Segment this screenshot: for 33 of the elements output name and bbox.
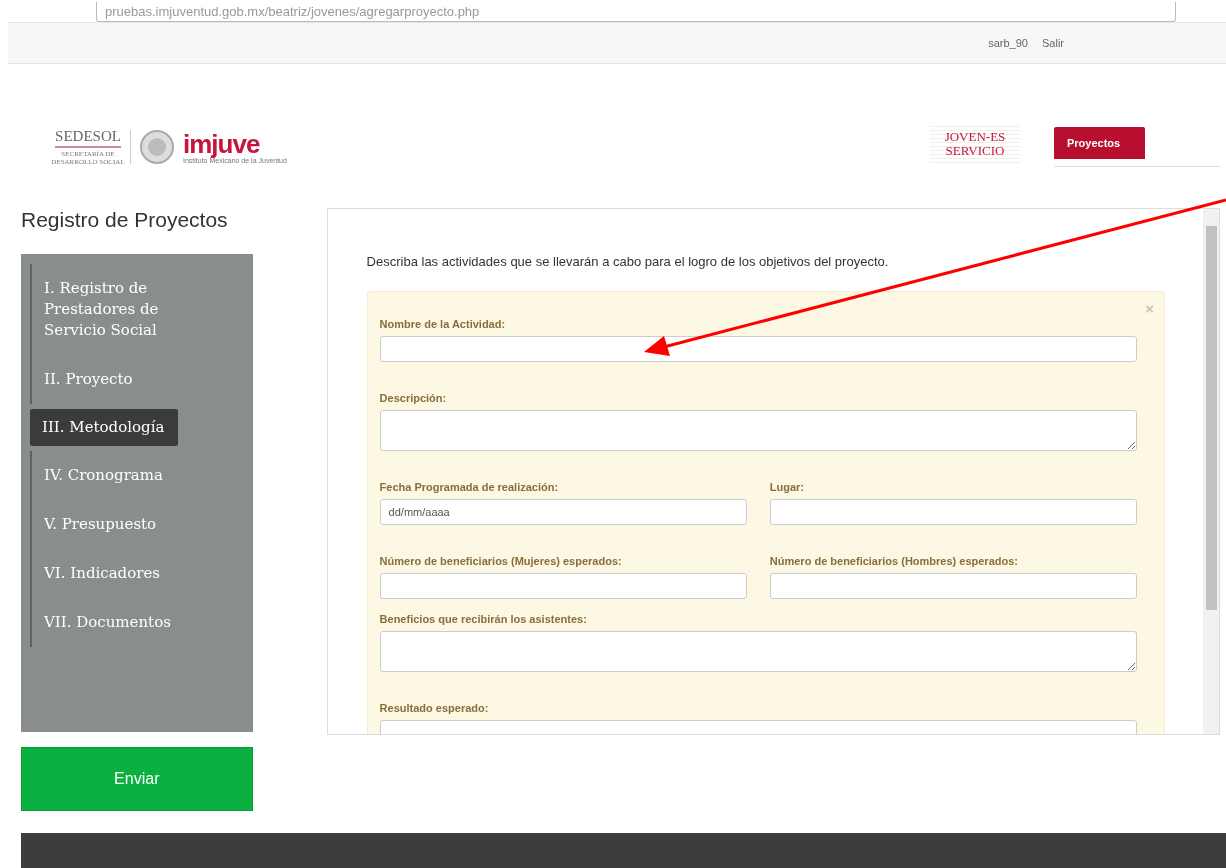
field-label: Nombre de la Actividad:	[379, 318, 507, 330]
sidebar-item[interactable]: III. Metodología	[30, 409, 178, 446]
field-label: Resultado esperado:	[379, 702, 490, 714]
text-area[interactable]	[379, 631, 1137, 672]
scrollbar[interactable]	[1203, 209, 1219, 734]
sidebar-item[interactable]: I. Registro de Prestadores de Servicio Social	[30, 264, 236, 355]
username: sarb_90	[988, 37, 1028, 49]
field-label: Número de beneficiarios (Mujeres) esperados:	[379, 555, 623, 567]
input-field[interactable]	[769, 499, 1137, 525]
field-label: Beneficios que recibirán los asistentes:	[379, 613, 588, 625]
logout-link[interactable]: Salir	[1042, 37, 1064, 49]
sidebar-item[interactable]: IV. Cronograma	[30, 451, 236, 500]
seal-icon	[139, 129, 175, 165]
sidebar-item[interactable]: II. Proyecto	[30, 355, 236, 404]
text-area[interactable]	[379, 410, 1137, 451]
field-label: Lugar:	[769, 481, 806, 493]
field-label: Número de beneficiarios (Hombres) esperados:	[769, 555, 1019, 567]
input-field[interactable]: dd/mm/aaaa	[379, 499, 747, 525]
sidebar-item[interactable]: V. Presupuesto	[30, 500, 236, 549]
input-field[interactable]	[379, 573, 747, 599]
logo-text: imjuve	[183, 130, 260, 157]
logo-text: SEDESOL	[55, 128, 121, 148]
nav-tab[interactable]: Proyectos	[1054, 127, 1145, 159]
submit-button[interactable]: Enviar	[21, 747, 253, 811]
instruction-text: Describa las actividades que se llevarán a cabo para el logro de los objetivos del proyecto.	[366, 254, 890, 269]
sidebar-item[interactable]: VII. Documentos	[30, 598, 236, 647]
input-field[interactable]	[769, 573, 1137, 599]
input-field[interactable]	[379, 336, 1137, 362]
program-logo: JOVEN-ES SERVICIO	[930, 123, 1020, 165]
field-label: Fecha Programada de realización:	[379, 481, 560, 493]
page-title: Registro de Proyectos	[21, 208, 229, 232]
field-label: Descripción:	[379, 392, 448, 404]
sidebar-item[interactable]: VI. Indicadores	[30, 549, 236, 598]
